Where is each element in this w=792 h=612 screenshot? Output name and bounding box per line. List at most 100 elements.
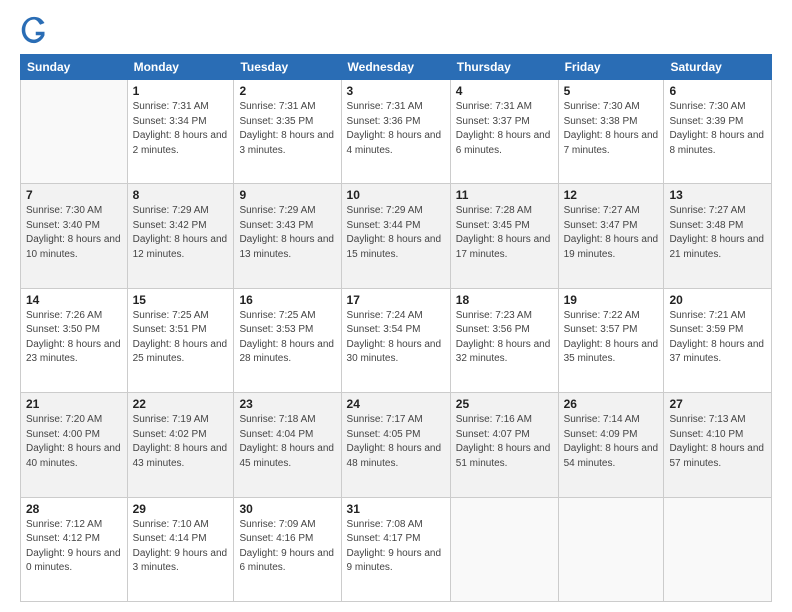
calendar-day-cell — [664, 497, 772, 601]
day-detail: Sunrise: 7:29 AM Sunset: 3:42 PM Dayligh… — [133, 204, 229, 262]
day-number: 7 — [26, 188, 122, 202]
calendar-day-cell: 18 Sunrise: 7:23 AM Sunset: 3:56 PM Dayli… — [450, 288, 558, 392]
calendar-week-row: 7 Sunrise: 7:30 AM Sunset: 3:40 PM Daylig… — [21, 184, 772, 288]
weekday-header: Wednesday — [341, 55, 450, 80]
calendar-day-cell: 3Sunrise: 7:31 AM Sunset: 3:36 PM Daylig… — [341, 80, 450, 184]
weekday-header: Saturday — [664, 55, 772, 80]
calendar-day-cell: 28 Sunrise: 7:12 AM Sunset: 4:12 PM Dayli… — [21, 497, 128, 601]
calendar-week-row: 28 Sunrise: 7:12 AM Sunset: 4:12 PM Dayli… — [21, 497, 772, 601]
calendar-day-cell: 26 Sunrise: 7:14 AM Sunset: 4:09 PM Dayli… — [558, 393, 664, 497]
day-number: 13 — [669, 188, 766, 202]
calendar-day-cell: 14 Sunrise: 7:26 AM Sunset: 3:50 PM Dayli… — [21, 288, 128, 392]
day-number: 3 — [347, 84, 445, 98]
calendar-day-cell: 10Sunrise: 7:29 AM Sunset: 3:44 PM Dayli… — [341, 184, 450, 288]
calendar-header-row: SundayMondayTuesdayWednesdayThursdayFrid… — [21, 55, 772, 80]
day-detail: Sunrise: 7:27 AM Sunset: 3:47 PM Dayligh… — [564, 204, 659, 262]
weekday-header: Sunday — [21, 55, 128, 80]
day-detail: Sunrise: 7:14 AM Sunset: 4:09 PM Dayligh… — [564, 413, 659, 471]
calendar-day-cell: 25Sunrise: 7:16 AM Sunset: 4:07 PM Dayli… — [450, 393, 558, 497]
logo-icon — [20, 16, 48, 44]
calendar-day-cell — [558, 497, 664, 601]
day-number: 26 — [564, 397, 659, 411]
day-detail: Sunrise: 7:12 AM Sunset: 4:12 PM Dayligh… — [26, 518, 122, 576]
day-detail: Sunrise: 7:31 AM Sunset: 3:35 PM Dayligh… — [239, 100, 335, 158]
calendar-day-cell: 1 Sunrise: 7:31 AM Sunset: 3:34 PM Daylig… — [127, 80, 234, 184]
calendar-week-row: 14 Sunrise: 7:26 AM Sunset: 3:50 PM Dayli… — [21, 288, 772, 392]
day-number: 30 — [239, 502, 335, 516]
day-number: 23 — [239, 397, 335, 411]
calendar-day-cell: 21Sunrise: 7:20 AM Sunset: 4:00 PM Dayli… — [21, 393, 128, 497]
day-number: 8 — [133, 188, 229, 202]
calendar-day-cell: 16 Sunrise: 7:25 AM Sunset: 3:53 PM Dayli… — [234, 288, 341, 392]
weekday-header: Monday — [127, 55, 234, 80]
logo — [20, 16, 50, 44]
day-detail: Sunrise: 7:31 AM Sunset: 3:37 PM Dayligh… — [456, 100, 553, 158]
day-detail: Sunrise: 7:30 AM Sunset: 3:40 PM Dayligh… — [26, 204, 122, 262]
day-number: 14 — [26, 293, 122, 307]
day-number: 22 — [133, 397, 229, 411]
day-detail: Sunrise: 7:23 AM Sunset: 3:56 PM Dayligh… — [456, 309, 553, 367]
day-number: 1 — [133, 84, 229, 98]
day-number: 20 — [669, 293, 766, 307]
day-detail: Sunrise: 7:29 AM Sunset: 3:44 PM Dayligh… — [347, 204, 445, 262]
day-detail: Sunrise: 7:27 AM Sunset: 3:48 PM Dayligh… — [669, 204, 766, 262]
day-number: 27 — [669, 397, 766, 411]
calendar-day-cell: 29Sunrise: 7:10 AM Sunset: 4:14 PM Dayli… — [127, 497, 234, 601]
calendar-day-cell: 19 Sunrise: 7:22 AM Sunset: 3:57 PM Dayli… — [558, 288, 664, 392]
day-number: 4 — [456, 84, 553, 98]
day-detail: Sunrise: 7:18 AM Sunset: 4:04 PM Dayligh… — [239, 413, 335, 471]
calendar-day-cell: 22Sunrise: 7:19 AM Sunset: 4:02 PM Dayli… — [127, 393, 234, 497]
day-detail: Sunrise: 7:25 AM Sunset: 3:53 PM Dayligh… — [239, 309, 335, 367]
day-detail: Sunrise: 7:29 AM Sunset: 3:43 PM Dayligh… — [239, 204, 335, 262]
day-number: 5 — [564, 84, 659, 98]
day-detail: Sunrise: 7:30 AM Sunset: 3:39 PM Dayligh… — [669, 100, 766, 158]
calendar-day-cell: 17 Sunrise: 7:24 AM Sunset: 3:54 PM Dayli… — [341, 288, 450, 392]
day-number: 21 — [26, 397, 122, 411]
day-detail: Sunrise: 7:08 AM Sunset: 4:17 PM Dayligh… — [347, 518, 445, 576]
day-number: 19 — [564, 293, 659, 307]
day-detail: Sunrise: 7:22 AM Sunset: 3:57 PM Dayligh… — [564, 309, 659, 367]
day-number: 15 — [133, 293, 229, 307]
calendar-day-cell: 20 Sunrise: 7:21 AM Sunset: 3:59 PM Dayli… — [664, 288, 772, 392]
day-number: 9 — [239, 188, 335, 202]
calendar-day-cell: 31Sunrise: 7:08 AM Sunset: 4:17 PM Dayli… — [341, 497, 450, 601]
day-detail: Sunrise: 7:17 AM Sunset: 4:05 PM Dayligh… — [347, 413, 445, 471]
day-number: 12 — [564, 188, 659, 202]
day-detail: Sunrise: 7:26 AM Sunset: 3:50 PM Dayligh… — [26, 309, 122, 367]
day-number: 6 — [669, 84, 766, 98]
weekday-header: Thursday — [450, 55, 558, 80]
calendar-day-cell: 27 Sunrise: 7:13 AM Sunset: 4:10 PM Dayli… — [664, 393, 772, 497]
calendar-week-row: 21Sunrise: 7:20 AM Sunset: 4:00 PM Dayli… — [21, 393, 772, 497]
calendar-week-row: 1 Sunrise: 7:31 AM Sunset: 3:34 PM Daylig… — [21, 80, 772, 184]
day-detail: Sunrise: 7:31 AM Sunset: 3:34 PM Dayligh… — [133, 100, 229, 158]
day-number: 17 — [347, 293, 445, 307]
calendar-table: SundayMondayTuesdayWednesdayThursdayFrid… — [20, 54, 772, 602]
calendar-day-cell: 9 Sunrise: 7:29 AM Sunset: 3:43 PM Daylig… — [234, 184, 341, 288]
day-number: 28 — [26, 502, 122, 516]
day-number: 2 — [239, 84, 335, 98]
day-detail: Sunrise: 7:09 AM Sunset: 4:16 PM Dayligh… — [239, 518, 335, 576]
calendar-day-cell: 12 Sunrise: 7:27 AM Sunset: 3:47 PM Dayli… — [558, 184, 664, 288]
calendar-day-cell: 5 Sunrise: 7:30 AM Sunset: 3:38 PM Daylig… — [558, 80, 664, 184]
calendar-day-cell — [450, 497, 558, 601]
day-detail: Sunrise: 7:24 AM Sunset: 3:54 PM Dayligh… — [347, 309, 445, 367]
day-detail: Sunrise: 7:10 AM Sunset: 4:14 PM Dayligh… — [133, 518, 229, 576]
calendar-day-cell: 7 Sunrise: 7:30 AM Sunset: 3:40 PM Daylig… — [21, 184, 128, 288]
day-detail: Sunrise: 7:30 AM Sunset: 3:38 PM Dayligh… — [564, 100, 659, 158]
calendar-day-cell: 30 Sunrise: 7:09 AM Sunset: 4:16 PM Dayli… — [234, 497, 341, 601]
day-detail: Sunrise: 7:13 AM Sunset: 4:10 PM Dayligh… — [669, 413, 766, 471]
calendar-day-cell: 8 Sunrise: 7:29 AM Sunset: 3:42 PM Daylig… — [127, 184, 234, 288]
calendar-day-cell: 11Sunrise: 7:28 AM Sunset: 3:45 PM Dayli… — [450, 184, 558, 288]
calendar-day-cell: 4 Sunrise: 7:31 AM Sunset: 3:37 PM Daylig… — [450, 80, 558, 184]
day-number: 18 — [456, 293, 553, 307]
calendar-day-cell — [21, 80, 128, 184]
page: SundayMondayTuesdayWednesdayThursdayFrid… — [0, 0, 792, 612]
day-detail: Sunrise: 7:28 AM Sunset: 3:45 PM Dayligh… — [456, 204, 553, 262]
calendar-day-cell: 15 Sunrise: 7:25 AM Sunset: 3:51 PM Dayli… — [127, 288, 234, 392]
day-detail: Sunrise: 7:25 AM Sunset: 3:51 PM Dayligh… — [133, 309, 229, 367]
day-detail: Sunrise: 7:21 AM Sunset: 3:59 PM Dayligh… — [669, 309, 766, 367]
day-number: 24 — [347, 397, 445, 411]
day-number: 16 — [239, 293, 335, 307]
calendar-day-cell: 24 Sunrise: 7:17 AM Sunset: 4:05 PM Dayli… — [341, 393, 450, 497]
header — [20, 16, 772, 44]
